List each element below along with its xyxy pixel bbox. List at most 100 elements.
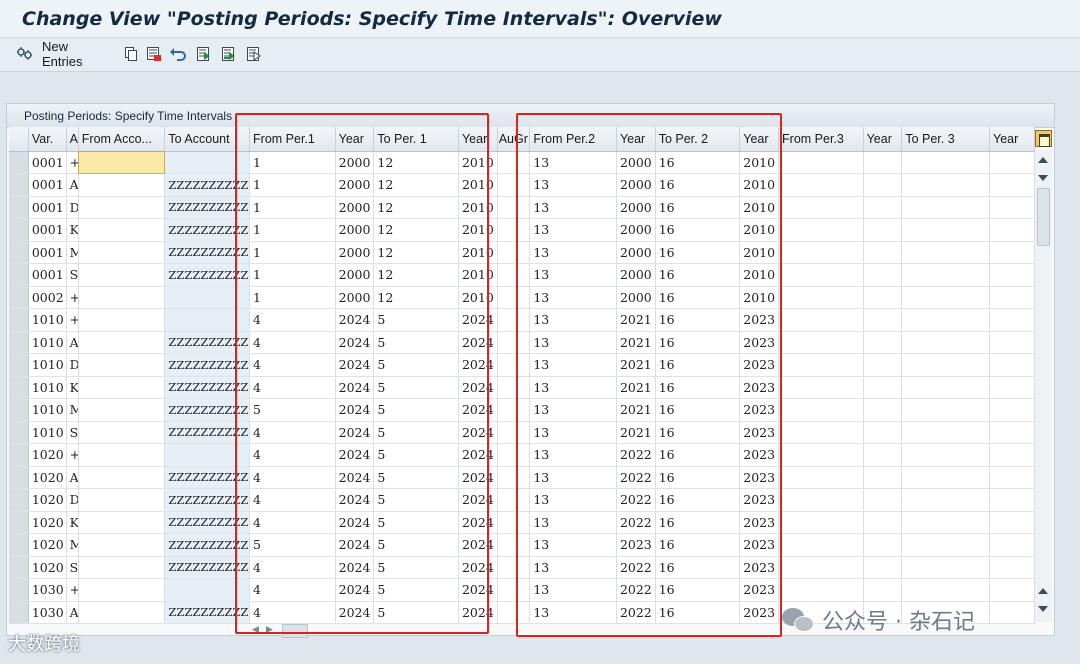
table-cell[interactable]: 2023 bbox=[739, 308, 780, 332]
table-cell[interactable]: 5 bbox=[249, 533, 336, 557]
table-cell[interactable]: ZZZZZZZZZZ bbox=[164, 241, 251, 264]
row-selector[interactable] bbox=[9, 421, 29, 444]
table-cell[interactable]: 2024 bbox=[458, 511, 498, 534]
row-selector[interactable] bbox=[9, 556, 29, 579]
table-cell[interactable] bbox=[989, 263, 1035, 287]
table-cell[interactable]: + bbox=[66, 578, 79, 602]
column-header[interactable]: To Account bbox=[164, 127, 251, 152]
table-cell[interactable] bbox=[901, 556, 990, 579]
table-cell[interactable] bbox=[863, 511, 903, 534]
table-cell[interactable]: 13 bbox=[529, 443, 617, 467]
scroll-right-icon[interactable]: ▶ bbox=[266, 625, 273, 635]
table-cell[interactable] bbox=[863, 376, 903, 399]
row-selector[interactable] bbox=[9, 533, 29, 557]
table-cell[interactable] bbox=[901, 398, 990, 422]
table-cell[interactable]: 2010 bbox=[458, 263, 498, 287]
row-selector[interactable] bbox=[9, 398, 29, 422]
table-cell[interactable]: 2021 bbox=[616, 376, 656, 399]
table-cell[interactable]: 13 bbox=[529, 421, 617, 444]
table-cell[interactable] bbox=[901, 196, 990, 219]
table-cell[interactable] bbox=[989, 421, 1035, 444]
table-cell[interactable] bbox=[497, 578, 531, 602]
table-cell[interactable]: D bbox=[66, 488, 79, 512]
table-cell[interactable] bbox=[989, 286, 1035, 309]
table-cell[interactable]: 13 bbox=[529, 331, 617, 354]
table-cell[interactable] bbox=[778, 286, 864, 309]
table-cell[interactable]: ZZZZZZZZZZ bbox=[164, 196, 251, 219]
table-cell[interactable] bbox=[989, 533, 1035, 557]
table-cell[interactable] bbox=[497, 173, 531, 197]
table-cell[interactable] bbox=[778, 511, 864, 534]
table-cell[interactable] bbox=[901, 466, 990, 489]
row-selector[interactable] bbox=[9, 511, 29, 534]
row-selector[interactable] bbox=[9, 578, 29, 602]
scroll-down-bottom-icon[interactable] bbox=[1038, 606, 1048, 612]
table-cell[interactable]: 16 bbox=[655, 196, 741, 219]
table-cell[interactable] bbox=[78, 511, 166, 534]
table-cell[interactable] bbox=[901, 376, 990, 399]
table-cell[interactable] bbox=[78, 331, 166, 354]
table-cell[interactable]: 16 bbox=[655, 511, 741, 534]
table-cell[interactable] bbox=[778, 556, 864, 579]
table-cell[interactable] bbox=[78, 443, 166, 467]
column-header[interactable]: Year bbox=[458, 127, 498, 152]
table-cell[interactable]: 2022 bbox=[616, 601, 656, 624]
table-cell[interactable]: 2024 bbox=[458, 556, 498, 579]
table-cell[interactable]: M bbox=[66, 533, 79, 557]
table-cell[interactable]: 4 bbox=[249, 443, 336, 467]
table-cell[interactable]: S bbox=[66, 556, 79, 579]
table-cell[interactable]: ZZZZZZZZZZ bbox=[164, 533, 251, 557]
table-row[interactable]: 1030+4202452024132022162023 bbox=[9, 578, 1035, 602]
table-cell[interactable]: 2000 bbox=[616, 263, 656, 287]
table-cell[interactable] bbox=[497, 353, 531, 377]
table-cell[interactable]: 5 bbox=[373, 533, 459, 557]
row-selector[interactable] bbox=[9, 488, 29, 512]
table-cell[interactable]: 13 bbox=[529, 578, 617, 602]
table-cell[interactable]: 2000 bbox=[335, 196, 375, 219]
table-row[interactable]: 1010+4202452024132021162023 bbox=[9, 308, 1035, 332]
table-cell[interactable]: 2010 bbox=[739, 218, 780, 242]
table-cell[interactable]: 2000 bbox=[335, 173, 375, 197]
table-cell[interactable]: 2024 bbox=[335, 533, 375, 557]
horizontal-scroll-thumb[interactable] bbox=[282, 624, 308, 638]
table-cell[interactable]: S bbox=[66, 421, 79, 444]
table-cell[interactable]: 2022 bbox=[616, 466, 656, 489]
table-cell[interactable]: 13 bbox=[529, 533, 617, 557]
table-cell[interactable]: 2024 bbox=[458, 308, 498, 332]
table-cell[interactable] bbox=[497, 308, 531, 332]
table-cell[interactable]: 12 bbox=[373, 263, 459, 287]
table-cell[interactable]: + bbox=[66, 308, 79, 332]
table-cell[interactable] bbox=[778, 488, 864, 512]
table-cell[interactable] bbox=[863, 241, 903, 264]
deselect-all-icon[interactable] bbox=[244, 44, 264, 64]
table-cell[interactable]: 12 bbox=[373, 173, 459, 197]
table-cell[interactable]: 16 bbox=[655, 376, 741, 399]
table-cell[interactable] bbox=[989, 173, 1035, 197]
scroll-up-top-icon[interactable] bbox=[1038, 157, 1048, 163]
table-cell[interactable]: 16 bbox=[655, 443, 741, 467]
table-cell[interactable]: 2010 bbox=[739, 173, 780, 197]
table-row[interactable]: 1020MZZZZZZZZZZ5202452024132023162023 bbox=[9, 533, 1035, 557]
table-cell[interactable] bbox=[497, 331, 531, 354]
table-cell[interactable] bbox=[989, 488, 1035, 512]
table-cell[interactable] bbox=[901, 331, 990, 354]
table-cell[interactable]: K bbox=[66, 511, 79, 534]
table-cell[interactable] bbox=[497, 241, 531, 264]
table-cell[interactable] bbox=[989, 196, 1035, 219]
table-cell[interactable] bbox=[863, 218, 903, 242]
table-cell[interactable]: M bbox=[66, 398, 79, 422]
table-cell[interactable]: 2023 bbox=[739, 488, 780, 512]
select-all-icon[interactable] bbox=[194, 44, 214, 64]
table-cell[interactable]: 2024 bbox=[335, 398, 375, 422]
column-header[interactable]: To Per. 2 bbox=[655, 127, 741, 152]
table-cell[interactable]: ZZZZZZZZZZ bbox=[164, 488, 251, 512]
table-cell[interactable] bbox=[78, 376, 166, 399]
column-header[interactable]: Year bbox=[989, 127, 1035, 152]
table-cell[interactable]: 2024 bbox=[458, 421, 498, 444]
table-cell[interactable]: A bbox=[66, 173, 79, 197]
table-row[interactable]: 0001MZZZZZZZZZZ12000122010132000162010 bbox=[9, 241, 1035, 264]
table-cell[interactable]: 2000 bbox=[335, 263, 375, 287]
table-cell[interactable]: 2024 bbox=[335, 421, 375, 444]
table-cell[interactable] bbox=[863, 308, 903, 332]
table-row[interactable]: 0001 K ZZZZZZZZZZ 1 2000 12 2010 13 2000 16 2010 bbox=[9, 218, 1035, 242]
